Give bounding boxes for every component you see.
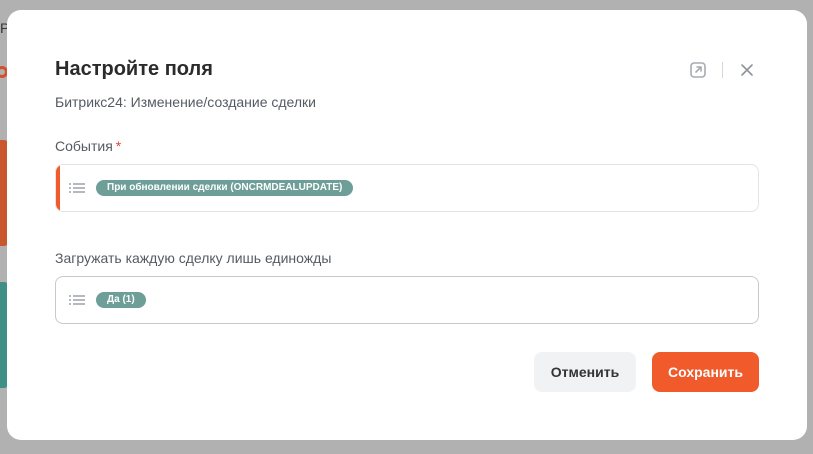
events-value-chip[interactable]: При обновлении сделки (ONCRMDEALUPDATE) xyxy=(96,180,354,196)
cancel-button[interactable]: Отменить xyxy=(534,352,636,392)
modal-subtitle: Битрикс24: Изменение/создание сделки xyxy=(55,94,316,110)
required-mark: * xyxy=(115,138,122,154)
modal-header-actions xyxy=(688,60,757,80)
list-icon xyxy=(69,182,85,194)
configure-fields-modal: Настройте поля Битрикс24: Изменение/созд… xyxy=(7,10,807,440)
header-divider xyxy=(722,62,723,78)
load-once-field-label: Загружать каждую сделку лишь единожды xyxy=(55,250,332,266)
save-button[interactable]: Сохранить xyxy=(652,352,759,392)
modal-title: Настройте поля xyxy=(55,58,213,80)
events-field-label: События * xyxy=(55,138,121,154)
list-icon xyxy=(69,294,85,306)
events-field[interactable]: При обновлении сделки (ONCRMDEALUPDATE) xyxy=(55,164,759,212)
load-once-field[interactable]: Да (1) xyxy=(55,276,759,324)
close-icon[interactable] xyxy=(737,60,757,80)
events-label-text: События xyxy=(55,138,113,154)
load-once-value-chip[interactable]: Да (1) xyxy=(96,292,146,308)
open-external-icon[interactable] xyxy=(688,60,708,80)
